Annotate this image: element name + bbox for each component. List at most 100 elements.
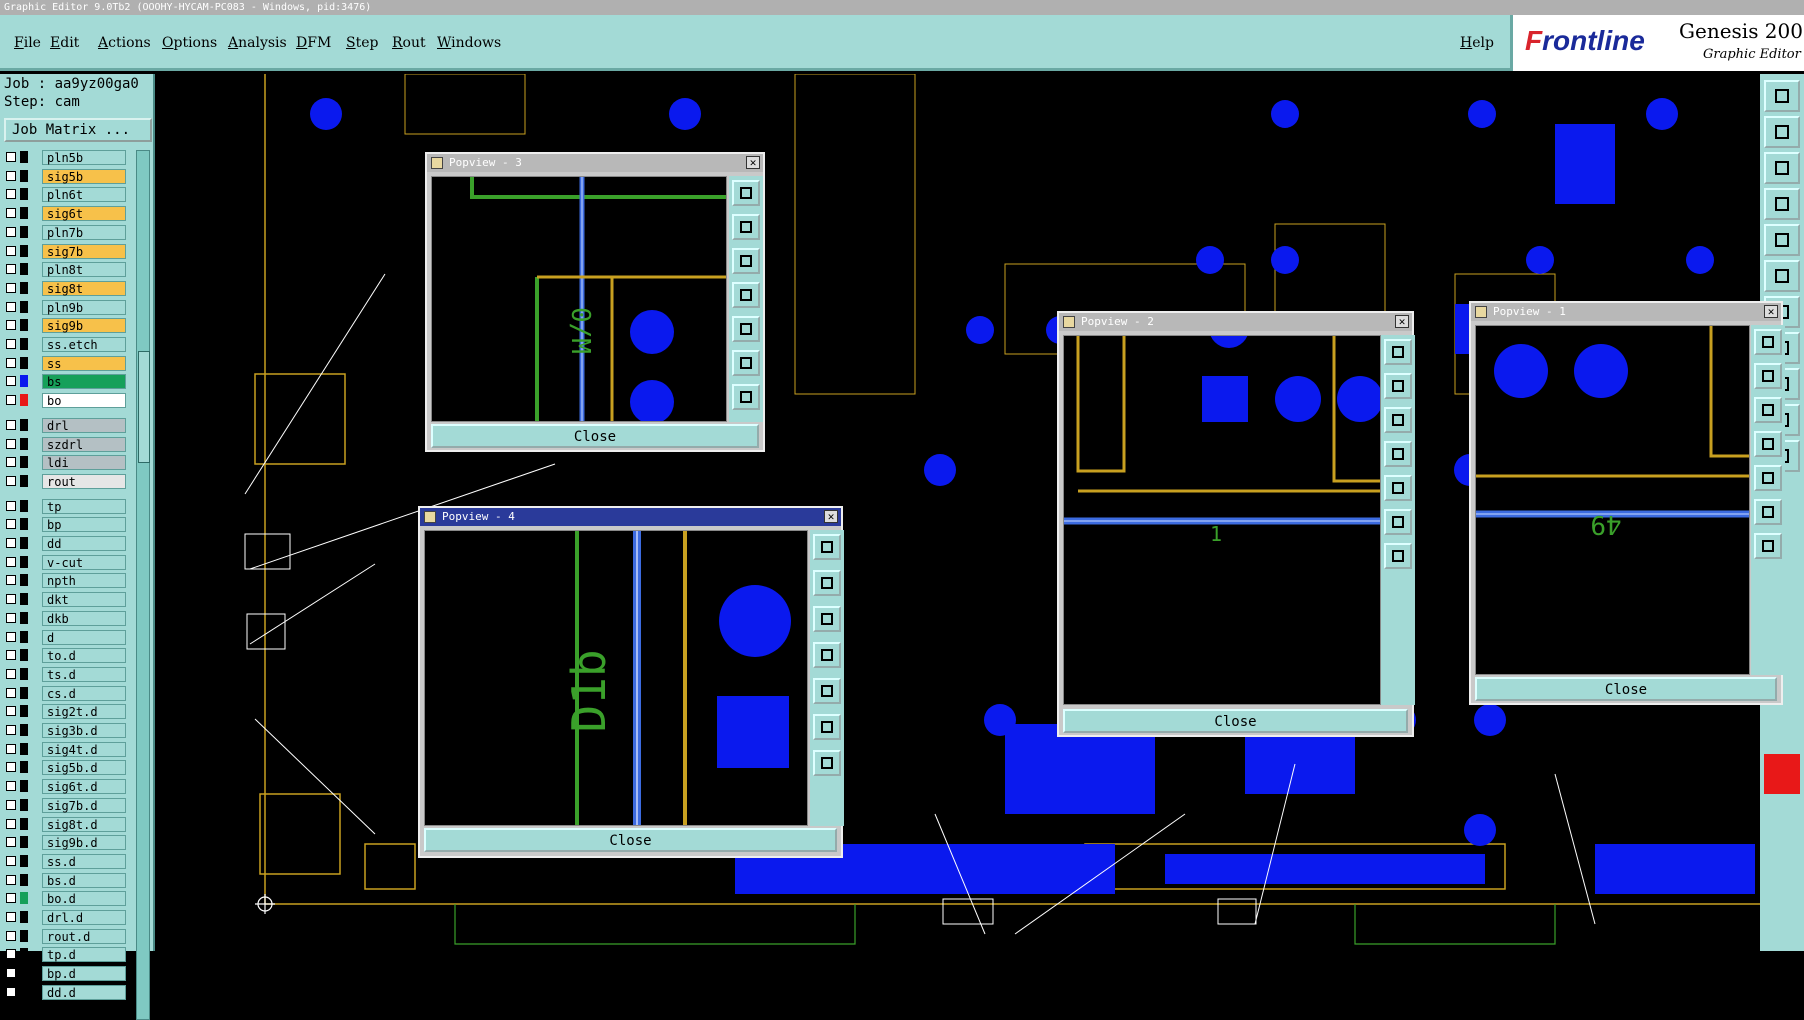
zoom-box-icon[interactable] <box>1384 339 1412 365</box>
layer-checkbox[interactable] <box>6 762 16 773</box>
pan-right-icon[interactable] <box>1384 475 1412 501</box>
menu-file[interactable]: File <box>14 35 41 51</box>
layer-scrollbar-thumb[interactable] <box>138 351 150 463</box>
layer-color-swatch[interactable] <box>20 356 28 369</box>
layer-row-sig9b-d[interactable]: sig9b.d <box>4 835 126 851</box>
layer-color-swatch[interactable] <box>20 817 28 830</box>
popview-1-titlebar[interactable]: Popview - 1 <box>1471 303 1781 321</box>
pan-right-icon[interactable] <box>1754 465 1782 491</box>
layer-row-bp[interactable]: bp <box>4 517 126 533</box>
layer-checkbox[interactable] <box>6 152 16 162</box>
layer-checkbox[interactable] <box>6 419 16 430</box>
layer-checkbox[interactable] <box>6 301 16 312</box>
layer-row-bs-d[interactable]: bs.d <box>4 872 126 888</box>
popview-1-view[interactable]: 49 <box>1475 325 1750 675</box>
layer-checkbox[interactable] <box>6 189 16 200</box>
snap-icon[interactable] <box>1764 224 1800 256</box>
menu-step[interactable]: Step <box>346 35 378 51</box>
layer-row-drl-d[interactable]: drl.d <box>4 910 126 925</box>
layer-color-swatch[interactable] <box>20 169 28 182</box>
zoom-fit-icon[interactable] <box>1764 152 1800 184</box>
layer-row-v-cut[interactable]: v-cut <box>4 554 126 570</box>
layer-row-cs-d[interactable]: cs.d <box>4 685 126 701</box>
popview-1-close-button[interactable]: Close <box>1475 677 1777 701</box>
layer-row-bo-d[interactable]: bo.d <box>4 891 126 907</box>
layer-row-pln7b[interactable]: pln7b <box>4 224 126 240</box>
layer-color-swatch[interactable] <box>20 244 28 257</box>
close-icon[interactable]: ✕ <box>746 156 760 169</box>
layer-color-swatch[interactable] <box>20 873 28 886</box>
menu-dfm[interactable]: DFM <box>296 35 331 51</box>
layer-checkbox[interactable] <box>6 893 16 904</box>
layer-row-pln6t[interactable]: pln6t <box>4 187 126 203</box>
layer-color-swatch[interactable] <box>20 555 28 568</box>
layer-row-pln9b[interactable]: pln9b <box>4 299 126 315</box>
layer-row-dkt[interactable]: dkt <box>4 592 126 608</box>
layer-color-swatch[interactable] <box>20 281 28 294</box>
layer-color-swatch[interactable] <box>20 649 28 662</box>
zoom-box-icon[interactable] <box>732 180 760 206</box>
layer-checkbox[interactable] <box>6 930 16 941</box>
layer-color-swatch[interactable] <box>20 705 28 718</box>
layer-color-swatch[interactable] <box>20 456 28 469</box>
layer-color-swatch[interactable] <box>20 892 28 905</box>
pan-right-icon[interactable] <box>813 678 841 704</box>
layer-checkbox[interactable] <box>6 743 16 754</box>
layer-color-swatch[interactable] <box>20 985 28 998</box>
layer-checkbox[interactable] <box>6 986 16 997</box>
layer-color-swatch[interactable] <box>20 151 28 163</box>
zoom-in-icon[interactable] <box>813 570 841 596</box>
layer-checkbox[interactable] <box>6 475 16 486</box>
close-icon[interactable]: ✕ <box>1764 305 1778 318</box>
layer-checkbox[interactable] <box>6 395 16 406</box>
menu-analysis[interactable]: Analysis <box>228 35 287 51</box>
layer-row-sig3b-d[interactable]: sig3b.d <box>4 723 126 738</box>
fit-icon[interactable] <box>732 350 760 376</box>
layer-checkbox[interactable] <box>6 538 16 548</box>
layer-color-swatch[interactable] <box>20 574 28 587</box>
layer-color-swatch[interactable] <box>20 780 28 793</box>
zoom-box-icon[interactable] <box>1754 329 1782 355</box>
pan-right-icon[interactable] <box>732 316 760 342</box>
layer-row-sig8t[interactable]: sig8t <box>4 280 126 296</box>
layer-row-ss-d[interactable]: ss.d <box>4 853 126 869</box>
popview-4-window[interactable]: Popview - 4 ✕ D1b Close <box>418 506 844 858</box>
layer-row-d[interactable]: d <box>4 629 126 645</box>
layer-checkbox[interactable] <box>6 612 16 623</box>
layer-checkbox[interactable] <box>6 500 16 511</box>
layer-color-swatch[interactable] <box>20 394 28 407</box>
layer-color-swatch[interactable] <box>20 593 28 606</box>
layer-row-tp-d[interactable]: tp.d <box>4 947 126 963</box>
popview-4-close-button[interactable]: Close <box>424 828 837 852</box>
layer-row-ts-d[interactable]: ts.d <box>4 666 126 682</box>
layer-checkbox[interactable] <box>6 912 16 922</box>
popview-3-close-button[interactable]: Close <box>431 424 759 448</box>
layer-row-drl[interactable]: drl <box>4 417 126 433</box>
layer-color-swatch[interactable] <box>20 300 28 313</box>
popview-2-window[interactable]: Popview - 2 ✕ 1 Close <box>1057 311 1415 737</box>
layer-color-swatch[interactable] <box>20 667 28 680</box>
layer-color-swatch[interactable] <box>20 761 28 774</box>
layer-row-sig7b-d[interactable]: sig7b.d <box>4 797 126 813</box>
layer-row-pln5b[interactable]: pln5b <box>4 150 126 165</box>
layer-checkbox[interactable] <box>6 376 16 387</box>
menu-windows[interactable]: Windows <box>437 35 501 51</box>
layer-checkbox[interactable] <box>6 799 16 810</box>
layer-row-sig2t-d[interactable]: sig2t.d <box>4 704 126 720</box>
layer-checkbox[interactable] <box>6 339 16 349</box>
popview-2-close-button[interactable]: Close <box>1063 709 1408 733</box>
layer-color-swatch[interactable] <box>20 437 28 450</box>
layer-row-npth[interactable]: npth <box>4 573 126 589</box>
zoom-in-icon[interactable] <box>732 214 760 240</box>
layer-color-swatch[interactable] <box>20 929 28 942</box>
zoom-out-icon[interactable] <box>1754 397 1782 423</box>
measure-icon[interactable] <box>1764 188 1800 220</box>
layer-checkbox[interactable] <box>6 725 16 735</box>
layer-checkbox[interactable] <box>6 837 16 848</box>
layer-checkbox[interactable] <box>6 874 16 885</box>
layer-row-bs[interactable]: bs <box>4 374 126 390</box>
layer-checkbox[interactable] <box>6 357 16 368</box>
layer-color-swatch[interactable] <box>20 319 28 332</box>
layer-checkbox[interactable] <box>6 519 16 530</box>
layer-checkbox[interactable] <box>6 781 16 792</box>
